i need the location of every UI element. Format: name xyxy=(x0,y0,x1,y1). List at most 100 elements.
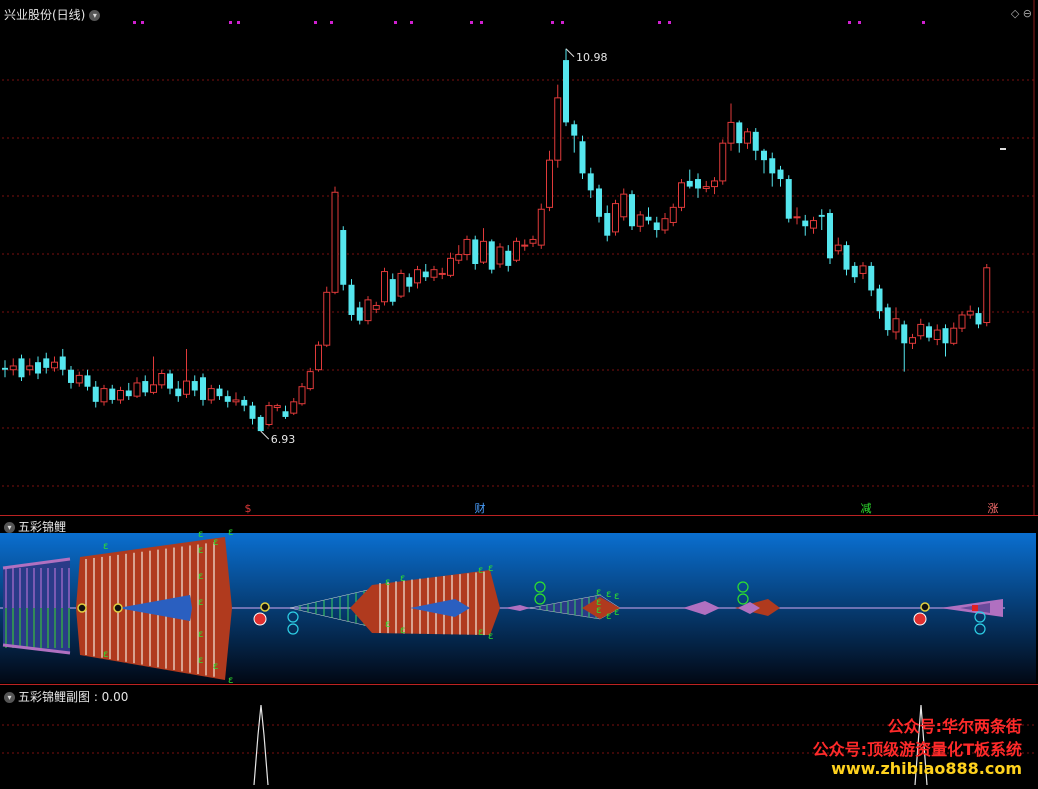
candle-body xyxy=(537,208,545,246)
candle-body xyxy=(84,375,91,387)
signal-e-mark: ε xyxy=(198,571,203,582)
candle-body xyxy=(604,213,611,236)
price-tick xyxy=(1000,148,1006,150)
candle xyxy=(422,264,429,281)
candle xyxy=(983,264,991,327)
marker-dot xyxy=(314,21,317,24)
indicator-panel-1[interactable]: εεεεεεεεεεεεεεεεεεεεεεεεεεε ▾ 五彩锦鲤 xyxy=(0,515,1038,686)
candle xyxy=(827,209,833,264)
candle-body xyxy=(59,356,66,370)
candle xyxy=(183,348,190,399)
diamond-icon[interactable]: ◇ xyxy=(1011,7,1019,20)
candle xyxy=(133,377,141,399)
signal-e-mark: ε xyxy=(400,573,405,584)
candle xyxy=(653,216,660,238)
candle xyxy=(636,211,644,232)
candle xyxy=(834,237,842,255)
candle-body xyxy=(447,257,454,276)
candle xyxy=(793,207,801,225)
candle-body xyxy=(68,369,74,383)
candle-body xyxy=(480,240,487,263)
candle-body xyxy=(802,220,809,227)
signal-e-mark: ε xyxy=(478,565,483,576)
candle xyxy=(571,120,578,153)
candle-body xyxy=(18,358,25,378)
candle-body xyxy=(827,213,833,259)
candle xyxy=(348,279,355,321)
candle xyxy=(290,398,298,416)
candle xyxy=(51,356,58,372)
candle xyxy=(868,262,875,297)
candle-body xyxy=(612,203,619,233)
marker-dot xyxy=(858,21,861,24)
candle xyxy=(59,348,66,376)
candle xyxy=(975,307,982,329)
candle xyxy=(372,301,380,314)
candle xyxy=(100,384,108,406)
candle-body xyxy=(554,97,562,161)
candle-body xyxy=(636,214,644,227)
candle-body xyxy=(587,173,594,191)
collapse-icon[interactable]: ▾ xyxy=(4,522,15,533)
indicator-panel-2[interactable]: ▾ 五彩锦鲤副图 : 0.00 公众号:华尔两条街 公众号:顶级游资量化T板系统 … xyxy=(0,685,1038,786)
marker-dot xyxy=(658,21,661,24)
candle xyxy=(397,269,405,298)
marker-dot xyxy=(551,21,554,24)
candle-body xyxy=(356,307,363,321)
candle-body xyxy=(183,380,190,395)
candle-body xyxy=(100,388,108,403)
candle xyxy=(901,320,908,372)
candle-body xyxy=(158,373,166,386)
candle xyxy=(537,203,545,249)
candle-body xyxy=(950,327,958,344)
candle-body xyxy=(958,314,966,329)
marker-dot xyxy=(229,21,232,24)
candle xyxy=(84,369,91,391)
signal-e-mark: ε xyxy=(385,619,390,630)
candle xyxy=(472,235,479,270)
candle-body xyxy=(975,313,982,325)
candle xyxy=(257,415,264,432)
candle xyxy=(241,396,248,412)
chevron-down-icon[interactable]: ▾ xyxy=(89,10,101,21)
ring-marker xyxy=(260,602,270,612)
candle-body xyxy=(422,271,429,278)
candle-body xyxy=(472,239,479,264)
candlestick-chart: 10.98 6.93 $ 财 减 涨 xyxy=(2,0,1035,545)
candle xyxy=(958,311,966,332)
candle xyxy=(620,188,628,221)
candle-body xyxy=(290,401,298,414)
candle-body xyxy=(455,254,463,261)
panel-tools: ◇ ⊖ xyxy=(1011,7,1032,20)
marker-dot xyxy=(394,21,397,24)
candle-body xyxy=(909,337,916,344)
candle-body xyxy=(983,267,991,324)
candle xyxy=(158,369,166,389)
settings-circle-icon[interactable]: ⊖ xyxy=(1023,7,1032,20)
main-chart-panel[interactable]: 兴业股份(日线) ▾ ◇ ⊖ 10.98 6.93 $ 财减涨 xyxy=(0,0,1038,545)
candle xyxy=(331,186,339,295)
candle-body xyxy=(876,288,883,312)
signal-e-mark: ε xyxy=(213,661,218,672)
candle xyxy=(273,403,281,412)
signal-e-mark: ε xyxy=(614,607,619,618)
candle-body xyxy=(167,373,173,389)
candle-body xyxy=(241,399,248,406)
collapse-icon[interactable]: ▾ xyxy=(4,692,15,703)
candle-body xyxy=(761,150,767,161)
candle-body xyxy=(216,388,223,397)
signal-e-mark: ε xyxy=(198,545,203,556)
marker-dot xyxy=(133,21,136,24)
candle-body xyxy=(744,131,751,144)
candle xyxy=(513,237,520,263)
candle-body xyxy=(207,388,215,401)
signal-e-mark: ε xyxy=(213,537,218,548)
candle xyxy=(604,205,611,242)
candle-body xyxy=(661,218,669,231)
candle xyxy=(381,267,388,306)
candle xyxy=(521,239,529,251)
signal-e-mark: ε xyxy=(596,605,601,616)
candle-body xyxy=(719,142,727,182)
candle-body xyxy=(323,291,331,346)
candle-body xyxy=(273,405,281,408)
